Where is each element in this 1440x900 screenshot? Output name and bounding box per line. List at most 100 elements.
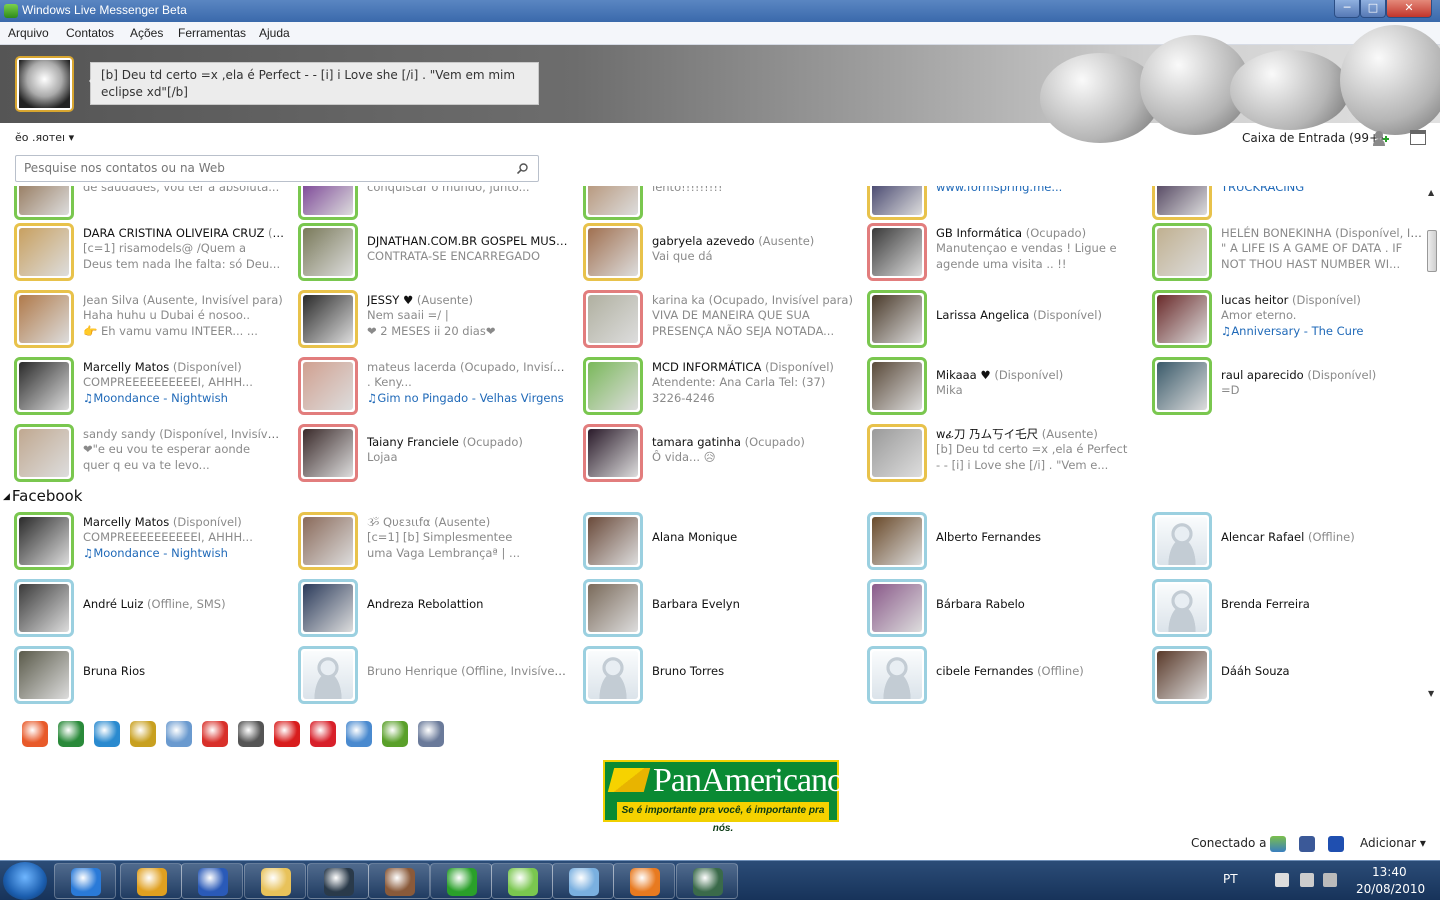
contact-avatar[interactable] — [867, 424, 927, 482]
contact-message[interactable]: www.formspring.me... — [936, 186, 1138, 196]
group-header-facebook[interactable]: ◢ Facebook — [3, 487, 82, 505]
maximize-button[interactable]: □ — [1360, 0, 1386, 18]
taskbar-button[interactable] — [307, 863, 369, 899]
contact-avatar[interactable] — [14, 579, 74, 637]
contact-item[interactable]: lucas heitor (Disponível) Amor eterno. ♫ A… — [1138, 286, 1423, 348]
contact-avatar[interactable] — [583, 646, 643, 704]
contact-item[interactable]: MCD INFORMÁTICA (Disponível) Atendente: A… — [569, 353, 854, 415]
contact-item[interactable]: Bruno Torres — [569, 642, 854, 704]
contact-item[interactable]: Andreza Rebolattion — [284, 575, 569, 637]
contact-item[interactable]: karina ka (Ocupado, Invisível para) VIVA … — [569, 286, 854, 348]
contact-list-scrollbar[interactable]: ▲ ▼ — [1424, 186, 1440, 704]
personal-message[interactable]: [b] Deu td certo =x ,ela é Perfect - - [… — [89, 62, 539, 105]
add-contact-icon[interactable] — [1372, 129, 1390, 147]
contact-avatar[interactable] — [867, 186, 927, 220]
contact-avatar[interactable] — [298, 357, 358, 415]
contact-avatar[interactable] — [14, 357, 74, 415]
scrollbar-thumb[interactable] — [1427, 230, 1437, 272]
menu-ferramentas[interactable]: Ferramentas — [178, 26, 246, 40]
taskbar-button[interactable] — [54, 863, 116, 899]
claro-icon[interactable] — [274, 721, 300, 747]
contact-avatar[interactable] — [583, 290, 643, 348]
advertisement-banner[interactable]: PanAmericano Se é importante pra você, é… — [603, 760, 844, 834]
clock-date[interactable]: 20/08/2010 — [1356, 882, 1425, 896]
contact-item[interactable]: de saudades, vou ter a absoluta... — [0, 186, 285, 220]
contact-avatar[interactable] — [583, 186, 643, 220]
contact-item[interactable]: Dááh Souza — [1138, 642, 1423, 704]
scroll-up-icon[interactable]: ▲ — [1428, 188, 1434, 197]
contact-item[interactable]: sandy sandy (Disponível, Invisível pa...… — [0, 420, 285, 482]
contact-item[interactable]: Alberto Fernandes — [853, 508, 1138, 570]
contact-item[interactable]: raul aparecido (Disponível) =D — [1138, 353, 1423, 415]
contact-avatar[interactable] — [583, 512, 643, 570]
contact-item[interactable]: DJNATHAN.COM.BR GOSPEL MUSIC (CONTRATA-S… — [284, 219, 569, 281]
contact-avatar[interactable] — [14, 512, 74, 570]
game-icon[interactable] — [130, 721, 156, 747]
add-service-dropdown[interactable]: Adicionar ▾ — [1360, 836, 1426, 850]
contact-avatar[interactable] — [1152, 290, 1212, 348]
taskbar-button[interactable] — [552, 863, 614, 899]
contact-item[interactable]: Barbara Evelyn — [569, 575, 854, 637]
contact-item[interactable]: Brenda Ferreira — [1138, 575, 1423, 637]
heart-icon[interactable] — [310, 721, 336, 747]
now-playing[interactable]: ♫ Moondance - Nightwish — [83, 391, 285, 407]
taskbar-button[interactable] — [676, 863, 738, 899]
contact-avatar[interactable] — [1152, 223, 1212, 281]
now-playing[interactable]: ♫ Moondance - Nightwish — [83, 546, 285, 562]
contact-item[interactable]: www.formspring.me... — [853, 186, 1138, 220]
search-box[interactable] — [15, 155, 539, 182]
contact-avatar[interactable] — [298, 424, 358, 482]
facebook-service-icon[interactable] — [1299, 836, 1315, 852]
contact-item[interactable]: tamara gatinha (Ocupado) Ô vida... 😥 — [569, 420, 854, 482]
now-playing[interactable]: ♫ Gim no Pingado - Velhas Virgens — [367, 391, 569, 407]
contact-item[interactable]: Alencar Rafael (Offline) — [1138, 508, 1423, 570]
contact-avatar[interactable] — [1152, 646, 1212, 704]
taskbar-button[interactable] — [244, 863, 306, 899]
contact-avatar[interactable] — [867, 223, 927, 281]
ak-icon[interactable] — [58, 721, 84, 747]
contact-avatar[interactable] — [14, 646, 74, 704]
display-name-dropdown[interactable]: ĕo .яoтeı ▾ — [15, 131, 74, 144]
contact-item[interactable]: Alana Monique — [569, 508, 854, 570]
start-button[interactable] — [3, 862, 47, 900]
face-icon[interactable] — [238, 721, 264, 747]
contact-avatar[interactable] — [867, 512, 927, 570]
display-icon[interactable] — [1300, 873, 1314, 887]
now-playing[interactable]: ♫ Anniversary - The Cure — [1221, 324, 1423, 340]
contact-item[interactable]: cibele Fernandes (Offline) — [853, 642, 1138, 704]
language-indicator[interactable]: PT — [1223, 872, 1238, 886]
contact-avatar[interactable] — [14, 424, 74, 482]
contact-item[interactable]: Taiany Franciele (Ocupado) Lojaa — [284, 420, 569, 482]
taskbar-button[interactable] — [613, 863, 675, 899]
contact-item[interactable]: Larissa Angelica (Disponível) — [853, 286, 1138, 348]
contact-item[interactable]: JESSY ♥ (Ausente) Nem saaii =/ | ❤ 2 MESES… — [284, 286, 569, 348]
myspace-service-icon[interactable] — [1328, 836, 1344, 852]
taskbar-button[interactable] — [181, 863, 243, 899]
contact-avatar[interactable] — [867, 579, 927, 637]
contact-item[interactable]: mateus lacerda (Ocupado, Invisível .... … — [284, 353, 569, 415]
contact-avatar[interactable] — [298, 579, 358, 637]
menu-acoes[interactable]: Ações — [130, 26, 163, 40]
contact-avatar[interactable] — [583, 357, 643, 415]
contact-avatar[interactable] — [583, 424, 643, 482]
taskbar-button[interactable] — [368, 863, 430, 899]
volume-icon[interactable] — [1323, 873, 1337, 887]
contact-avatar[interactable] — [867, 357, 927, 415]
contact-item[interactable]: André Luiz (Offline, SMS) — [0, 575, 285, 637]
contact-avatar[interactable] — [1152, 186, 1212, 220]
contact-message[interactable]: TRUCKRACING — [1221, 186, 1423, 196]
contact-item[interactable]: lento!!!!!!!!! — [569, 186, 854, 220]
contact-avatar[interactable] — [1152, 512, 1212, 570]
search-icon[interactable] — [517, 163, 528, 174]
contact-avatar[interactable] — [14, 290, 74, 348]
taskbar-button[interactable] — [430, 863, 492, 899]
contact-avatar[interactable] — [583, 579, 643, 637]
minimize-button[interactable]: ─ — [1334, 0, 1360, 18]
menu-ajuda[interactable]: Ajuda — [259, 26, 290, 40]
contact-item[interactable]: gabryela azevedo (Ausente) Vai que dá — [569, 219, 854, 281]
contact-item[interactable]: Bruna Rios — [0, 642, 285, 704]
contact-avatar[interactable] — [14, 223, 74, 281]
contact-avatar[interactable] — [583, 223, 643, 281]
taskbar-button[interactable] — [120, 863, 182, 899]
menu-contatos[interactable]: Contatos — [66, 26, 114, 40]
